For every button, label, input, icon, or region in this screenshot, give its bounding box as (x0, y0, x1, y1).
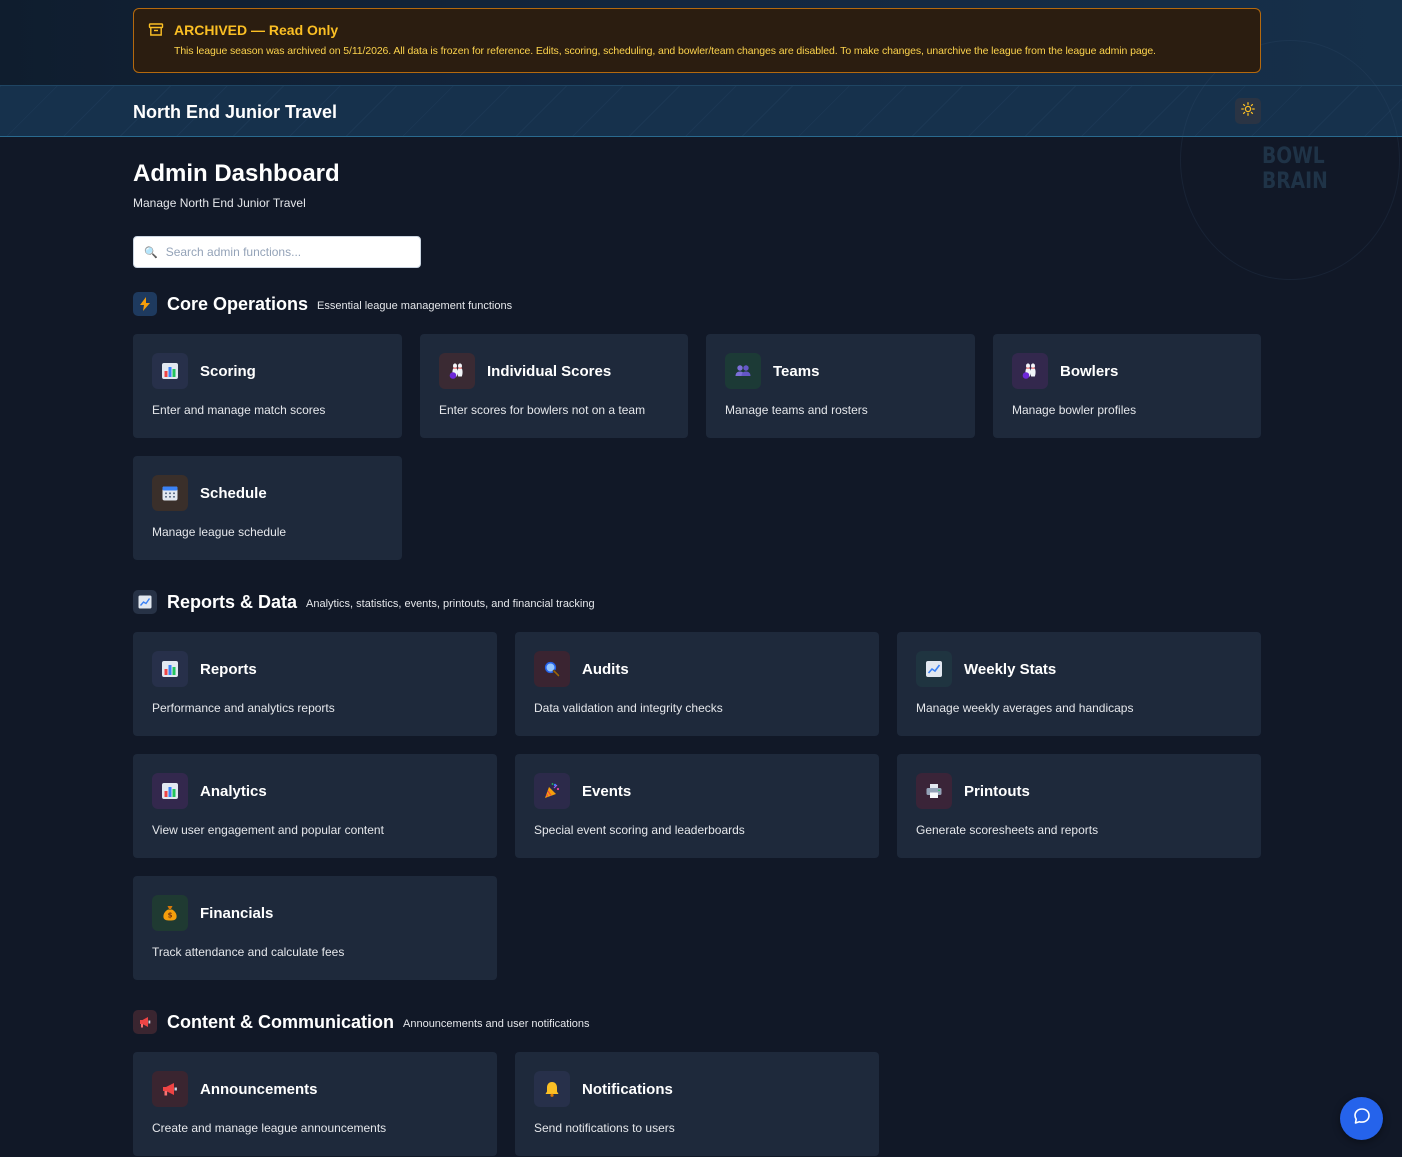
card-title: Notifications (582, 1080, 673, 1098)
section-description: Analytics, statistics, events, printouts… (306, 597, 595, 610)
bar-chart-icon (152, 773, 188, 809)
lightning-icon (133, 292, 157, 316)
section-content-communication: Content & Communication Announcements an… (133, 1010, 590, 1034)
card-scoring[interactable]: Scoring Enter and manage match scores (133, 334, 402, 438)
bowling-icon (1012, 353, 1048, 389)
card-title: Weekly Stats (964, 660, 1057, 678)
card-description: Manage teams and rosters (725, 403, 868, 417)
card-weekly-stats[interactable]: Weekly Stats Manage weekly averages and … (897, 632, 1261, 736)
page-subtitle: Manage North End Junior Travel (133, 196, 306, 210)
card-description: Performance and analytics reports (152, 701, 335, 715)
card-description: Manage league schedule (152, 525, 287, 539)
trend-chart-icon (916, 651, 952, 687)
card-description: Manage weekly averages and handicaps (916, 701, 1134, 715)
bar-chart-icon (152, 651, 188, 687)
magnifier-icon (534, 651, 570, 687)
card-reports[interactable]: Reports Performance and analytics report… (133, 632, 497, 736)
search-input[interactable] (165, 245, 406, 259)
card-events[interactable]: Events Special event scoring and leaderb… (515, 754, 879, 858)
calendar-icon (152, 475, 188, 511)
card-notifications[interactable]: Notifications Send notifications to user… (515, 1052, 879, 1156)
section-core-operations: Core Operations Essential league managem… (133, 292, 512, 316)
card-title: Bowlers (1060, 362, 1119, 380)
section-reports-data: Reports & Data Analytics, statistics, ev… (133, 590, 595, 614)
bell-icon (534, 1071, 570, 1107)
league-name[interactable]: North End Junior Travel (133, 102, 337, 123)
card-title: Analytics (200, 782, 267, 800)
card-bowlers[interactable]: Bowlers Manage bowler profiles (993, 334, 1261, 438)
archived-title: ARCHIVED — Read Only (174, 22, 339, 38)
printer-icon (916, 773, 952, 809)
archive-box-icon (148, 22, 164, 38)
card-analytics[interactable]: Analytics View user engagement and popul… (133, 754, 497, 858)
card-title: Events (582, 782, 632, 800)
people-icon (725, 353, 761, 389)
card-description: Special event scoring and leaderboards (534, 823, 745, 837)
card-title: Financials (200, 904, 274, 922)
party-popper-icon (534, 773, 570, 809)
card-announcements[interactable]: Announcements Create and manage league a… (133, 1052, 497, 1156)
card-description: Manage bowler profiles (1012, 403, 1137, 417)
admin-search[interactable]: 🔍 (133, 236, 421, 268)
chat-bubble-icon (1352, 1106, 1372, 1131)
card-title: Schedule (200, 484, 267, 502)
watermark-logo: BOWL BRAIN (1262, 144, 1328, 194)
card-teams[interactable]: Teams Manage teams and rosters (706, 334, 975, 438)
money-bag-icon: $ (152, 895, 188, 931)
card-financials[interactable]: $ Financials Track attendance and calcul… (133, 876, 497, 980)
card-description: Enter scores for bowlers not on a team (439, 403, 646, 417)
chat-button[interactable] (1340, 1097, 1383, 1140)
card-description: Send notifications to users (534, 1121, 675, 1135)
section-description: Essential league management functions (317, 299, 513, 312)
megaphone-icon (152, 1071, 188, 1107)
card-description: Track attendance and calculate fees (152, 945, 345, 959)
card-title: Audits (582, 660, 629, 678)
card-title: Scoring (200, 362, 256, 380)
card-title: Reports (200, 660, 257, 678)
section-title: Core Operations (167, 293, 309, 314)
section-description: Announcements and user notifications (403, 1017, 590, 1030)
page-title: Admin Dashboard (133, 160, 340, 187)
league-header: North End Junior Travel (133, 97, 1261, 124)
card-title: Teams (773, 362, 820, 380)
card-description: Generate scoresheets and reports (916, 823, 1099, 837)
theme-toggle-button[interactable] (1235, 97, 1261, 124)
card-description: Data validation and integrity checks (534, 701, 723, 715)
card-audits[interactable]: Audits Data validation and integrity che… (515, 632, 879, 736)
card-title: Announcements (200, 1080, 318, 1098)
sun-icon (1241, 102, 1255, 119)
card-title: Printouts (964, 782, 1030, 800)
section-title: Reports & Data (167, 591, 298, 612)
card-description: View user engagement and popular content (152, 823, 384, 837)
bowling-icon (439, 353, 475, 389)
section-title: Content & Communication (167, 1011, 394, 1032)
trend-chart-icon (133, 590, 157, 614)
card-title: Individual Scores (487, 362, 612, 380)
archived-banner: ARCHIVED — Read Only This league season … (133, 8, 1261, 73)
card-printouts[interactable]: Printouts Generate scoresheets and repor… (897, 754, 1261, 858)
svg-text:$: $ (168, 912, 173, 920)
card-schedule[interactable]: Schedule Manage league schedule (133, 456, 402, 560)
megaphone-icon (133, 1010, 157, 1034)
search-icon: 🔍 (144, 246, 158, 259)
archived-message: This league season was archived on 5/11/… (174, 45, 1156, 57)
card-description: Create and manage league announcements (152, 1121, 387, 1135)
card-description: Enter and manage match scores (152, 403, 326, 417)
card-individual-scores[interactable]: Individual Scores Enter scores for bowle… (420, 334, 688, 438)
bar-chart-icon (152, 353, 188, 389)
